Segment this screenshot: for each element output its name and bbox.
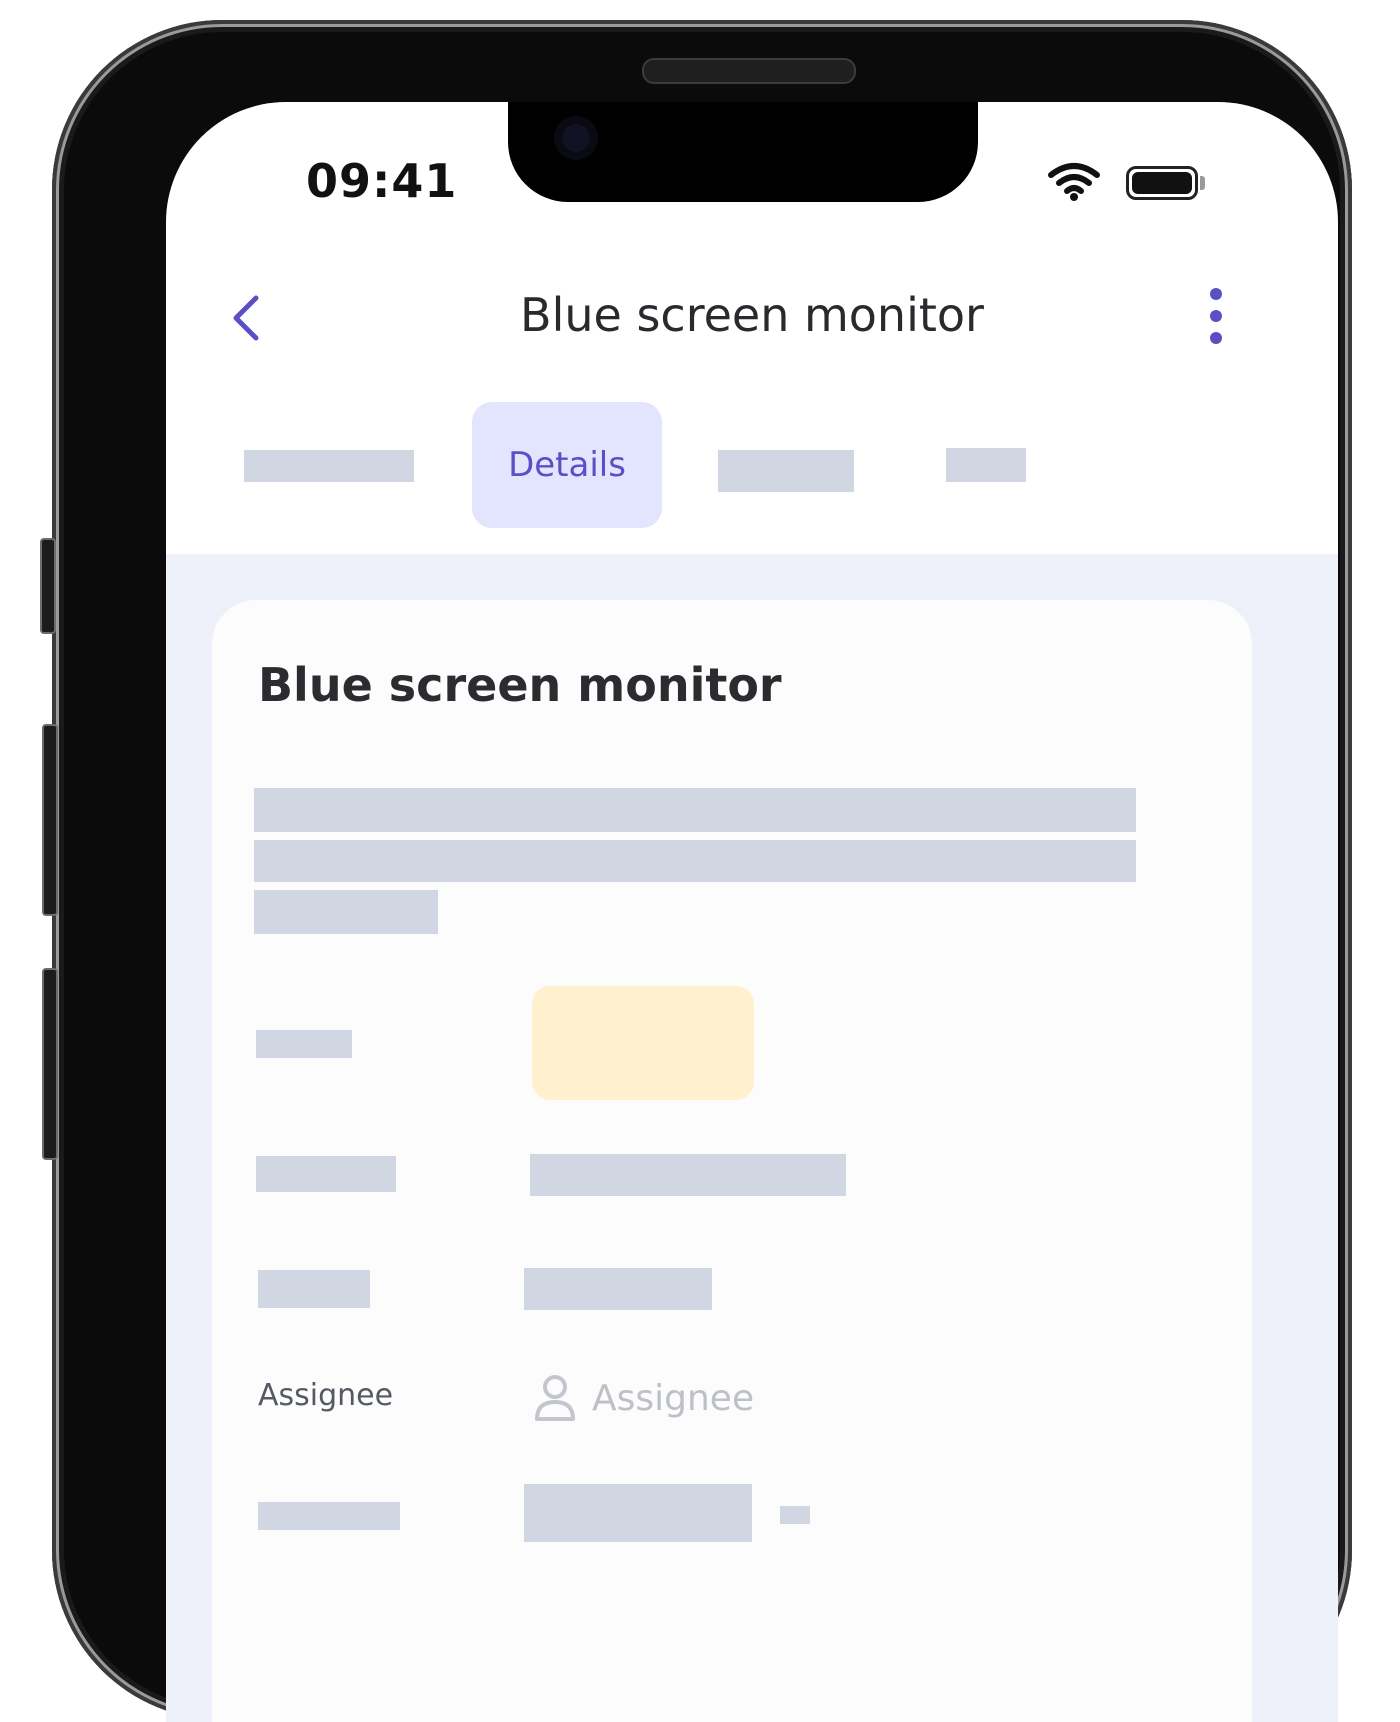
volume-up-button	[42, 724, 58, 916]
field-value-5-extra	[780, 1506, 810, 1524]
field-value-3	[524, 1268, 712, 1310]
person-icon	[535, 1375, 575, 1421]
back-button[interactable]	[222, 290, 272, 346]
tab-bar: Details	[166, 402, 1338, 552]
assignee-placeholder: Assignee	[592, 1377, 755, 1419]
front-camera	[554, 116, 598, 160]
tab-details[interactable]: Details	[472, 402, 662, 528]
battery-icon	[1126, 166, 1198, 200]
tab-placeholder-2[interactable]	[718, 450, 854, 492]
battery-cap	[1200, 176, 1205, 190]
field-label-5	[258, 1502, 400, 1530]
camera-notch	[508, 102, 978, 202]
card-title: Blue screen monitor	[258, 658, 782, 712]
description-line-1	[254, 788, 1136, 832]
field-label-3	[258, 1270, 370, 1308]
vertical-dots-icon	[1210, 288, 1222, 344]
phone-frame: 09:41 Blue screen monitor Details Blue s…	[40, 20, 1352, 1722]
tab-placeholder-3[interactable]	[946, 448, 1026, 482]
assignee-label: Assignee	[258, 1378, 394, 1413]
volume-down-button	[42, 968, 58, 1160]
status-bar-time: 09:41	[306, 154, 458, 208]
assignee-picker[interactable]: Assignee	[534, 1370, 754, 1426]
status-badge[interactable]	[532, 986, 754, 1100]
navigation-bar: Blue screen monitor	[166, 262, 1338, 372]
earpiece-speaker	[642, 58, 856, 84]
field-label-status	[256, 1030, 352, 1058]
tab-placeholder-1[interactable]	[244, 450, 414, 482]
details-card: Blue screen monitor Assignee Assignee	[212, 600, 1252, 1722]
description-line-2	[254, 840, 1136, 882]
more-options-button[interactable]	[1196, 284, 1236, 348]
battery-level	[1132, 172, 1192, 194]
chevron-left-icon	[233, 295, 259, 341]
description-line-3	[254, 890, 438, 934]
field-label-2	[256, 1156, 396, 1192]
wifi-icon	[1048, 163, 1100, 201]
field-value-5	[524, 1484, 752, 1542]
mute-switch	[40, 538, 56, 634]
nav-title: Blue screen monitor	[520, 288, 984, 342]
app-screen: 09:41 Blue screen monitor Details Blue s…	[166, 102, 1338, 1722]
field-value-2	[530, 1154, 846, 1196]
